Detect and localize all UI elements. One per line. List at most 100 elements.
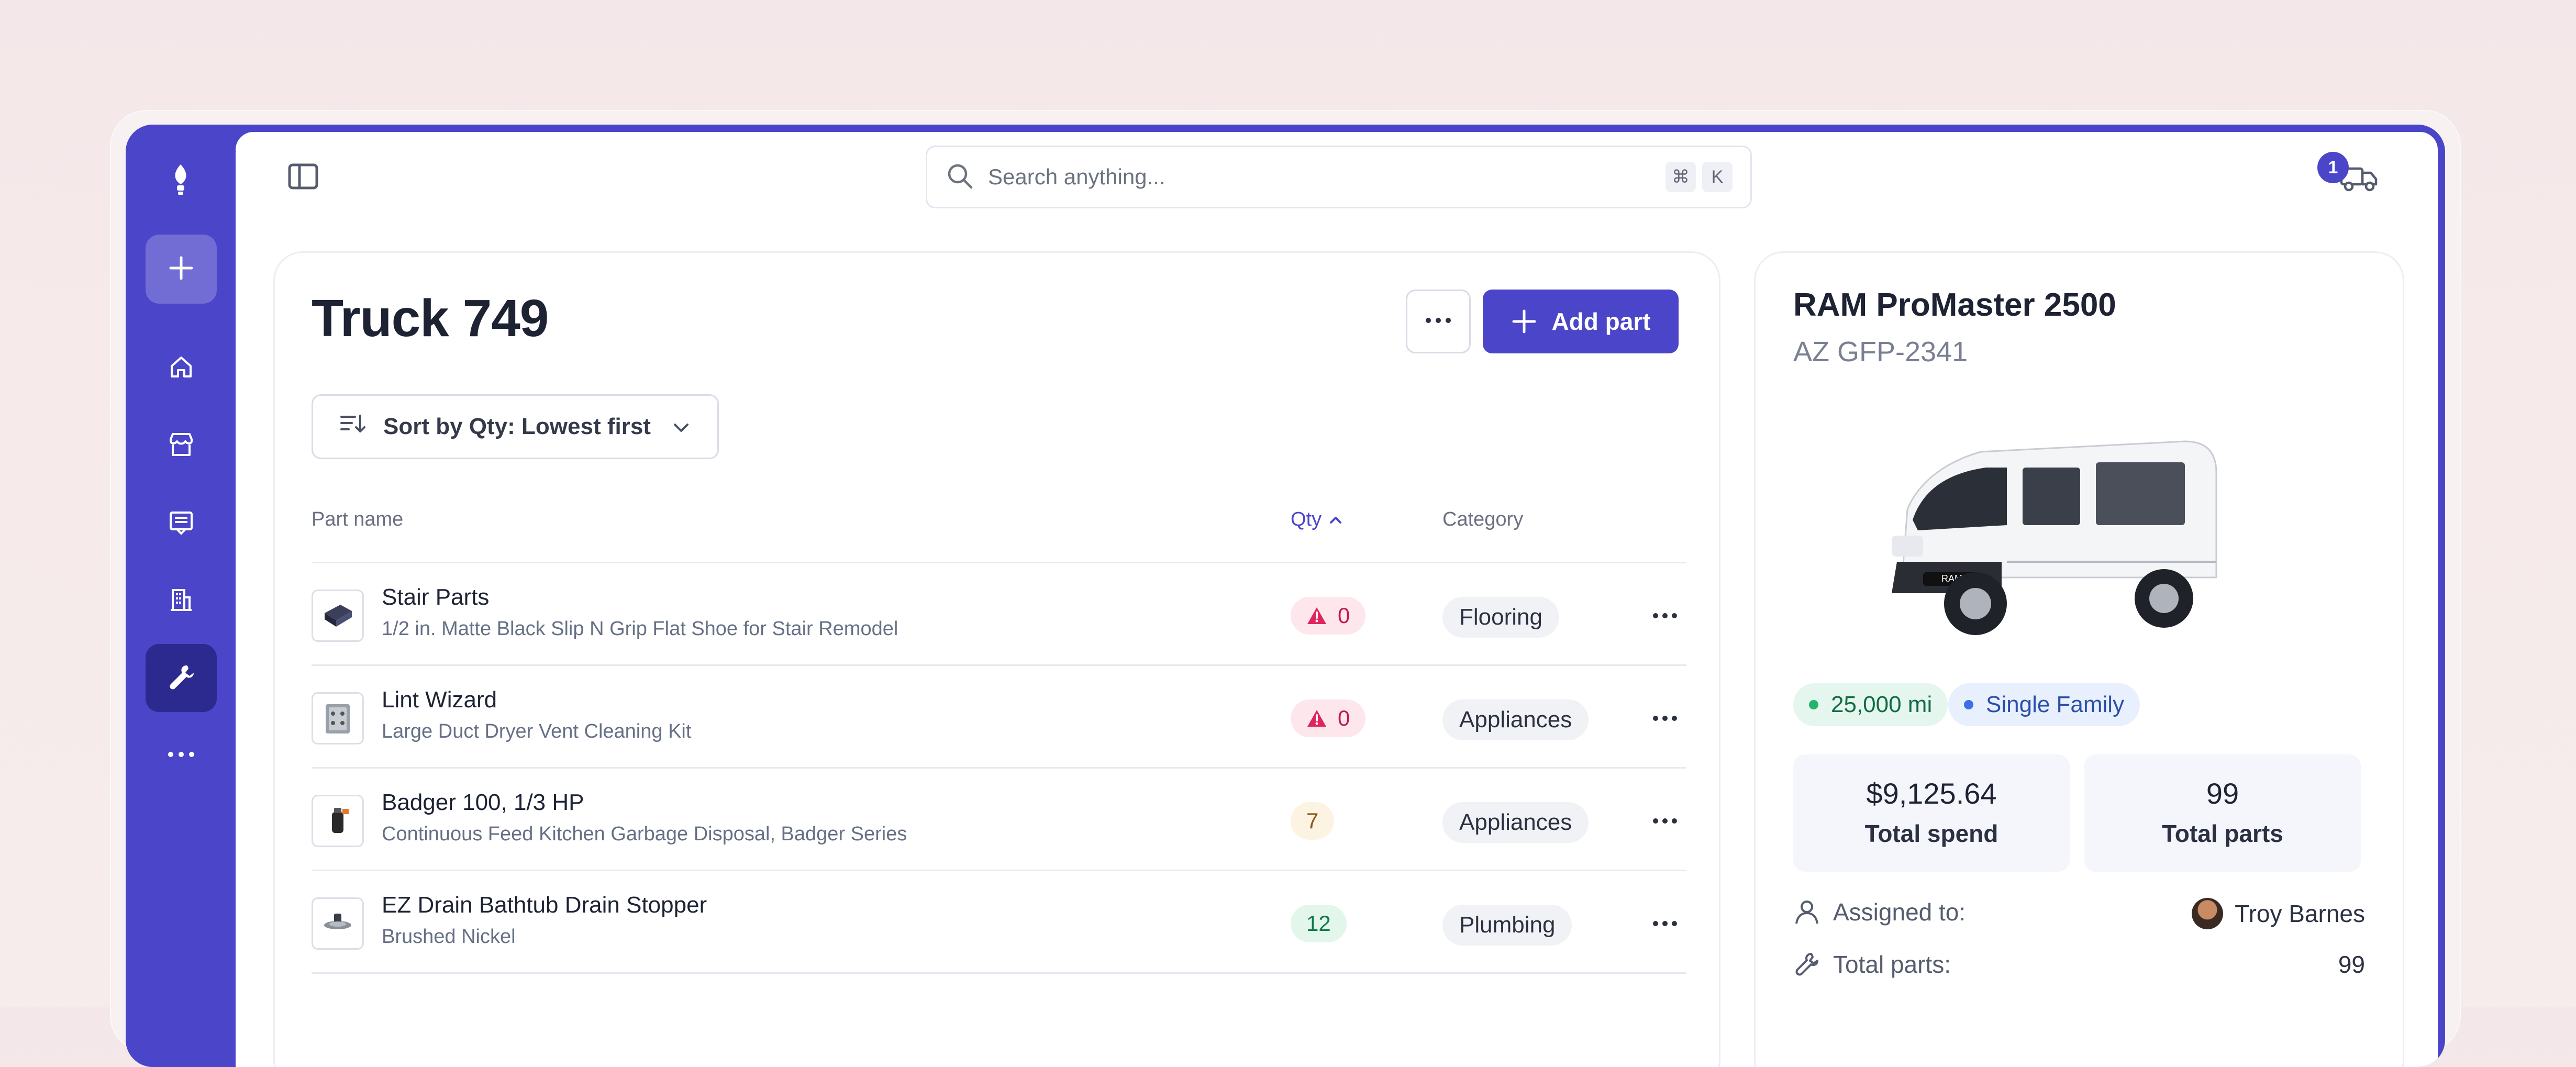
table-row[interactable]: EZ Drain Bathtub Drain Stopper Brushed N… (312, 870, 1686, 972)
add-part-button[interactable]: Add part (1483, 290, 1679, 353)
sort-dropdown[interactable]: Sort by Qty: Lowest first (312, 394, 719, 459)
search-input[interactable]: Search anything... (988, 164, 1659, 190)
store-icon (166, 430, 196, 462)
table-header: Part name Qty Category (312, 503, 1686, 545)
vehicle-name: RAM ProMaster 2500 (1793, 287, 2116, 323)
category-badge: Appliances (1442, 802, 1589, 843)
part-name: Stair Parts (382, 584, 490, 610)
mileage-value: 25,000 mi (1831, 692, 1933, 717)
sidebar-item-receipts[interactable] (146, 489, 217, 557)
sidebar-item-store[interactable] (146, 412, 217, 480)
part-description: 1/2 in. Matte Black Slip N Grip Flat Sho… (382, 618, 898, 640)
table-row[interactable] (312, 972, 1686, 993)
plus-icon (166, 253, 196, 285)
total-parts-stat: 99 Total parts (2084, 754, 2361, 872)
wrench-icon (165, 661, 197, 695)
column-header-part-name[interactable]: Part name (312, 508, 403, 531)
wrench-icon (1793, 951, 1820, 978)
sidebar-item-more[interactable] (146, 721, 217, 790)
app-window: Search anything... ⌘ K 1 Truck 749 Add p… (126, 125, 2445, 1067)
shortcut-key-cmd: ⌘ (1665, 162, 1696, 192)
sidebar-item-parts[interactable] (146, 644, 217, 712)
notification-badge: 1 (2317, 152, 2349, 183)
bulb-logo-icon[interactable] (166, 161, 195, 198)
column-header-category[interactable]: Category (1442, 508, 1523, 531)
sort-icon (339, 413, 367, 441)
more-icon (166, 750, 196, 761)
qty-value: 12 (1306, 911, 1331, 936)
row-actions-button[interactable] (1647, 709, 1683, 730)
qty-value: 7 (1306, 808, 1319, 833)
row-actions-button[interactable] (1647, 812, 1683, 832)
sidebar-item-buildings[interactable] (146, 566, 217, 635)
parts-card: Truck 749 Add part Sort by Qty: Lowest f… (273, 251, 1720, 1067)
shortcut-key-k: K (1702, 162, 1733, 192)
warning-icon (1306, 709, 1327, 728)
row-actions-button[interactable] (1647, 914, 1683, 935)
home-icon (166, 352, 196, 384)
total-spend-stat: $9,125.64 Total spend (1793, 754, 2070, 872)
part-name: EZ Drain Bathtub Drain Stopper (382, 892, 707, 918)
more-icon (1652, 920, 1678, 929)
category-badge: Appliances (1442, 699, 1589, 740)
status-dot (1809, 700, 1818, 709)
vehicle-type-tag: Single Family (1948, 683, 2140, 726)
vehicle-image: RAM (1871, 405, 2237, 656)
mileage-tag: 25,000 mi (1793, 683, 1948, 726)
assigned-value: Troy Barnes (2235, 900, 2365, 927)
vehicle-type-value: Single Family (1986, 692, 2125, 717)
total-spend-value: $9,125.64 (1866, 777, 1997, 810)
search-icon (945, 161, 974, 193)
table-row[interactable]: Stair Parts 1/2 in. Matte Black Slip N G… (312, 562, 1686, 664)
assigned-user[interactable]: Troy Barnes (2192, 898, 2365, 929)
chevron-up-icon (1329, 515, 1342, 525)
table-row[interactable]: Badger 100, 1/3 HP Continuous Feed Kitch… (312, 767, 1686, 870)
part-name: Lint Wizard (382, 687, 497, 713)
assigned-row: Assigned to: Troy Barnes (1793, 898, 2365, 940)
part-thumbnail (312, 897, 364, 950)
part-name: Badger 100, 1/3 HP (382, 790, 584, 815)
qty-badge: 0 (1291, 699, 1366, 737)
category-badge: Plumbing (1442, 905, 1572, 946)
user-icon (1793, 898, 1820, 926)
status-dot (1964, 700, 1973, 709)
qty-badge: 12 (1291, 905, 1347, 942)
qty-value: 0 (1338, 706, 1350, 730)
search-bar[interactable]: Search anything... ⌘ K (926, 146, 1752, 208)
part-description: Brushed Nickel (382, 926, 516, 948)
more-icon (1652, 715, 1678, 724)
plus-icon (1511, 308, 1538, 335)
avatar (2192, 898, 2224, 929)
qty-badge: 7 (1291, 802, 1335, 840)
more-icon (1652, 612, 1678, 621)
total-parts-value: 99 (2206, 777, 2239, 810)
parts-label-group: Total parts: (1793, 950, 1951, 979)
total-parts-label: Total parts (2162, 820, 2283, 847)
total-parts-detail-label: Total parts: (1833, 951, 1951, 978)
table-row[interactable]: Lint Wizard Large Duct Dryer Vent Cleani… (312, 664, 1686, 767)
qty-header-label: Qty (1291, 508, 1322, 530)
more-icon (1652, 817, 1678, 827)
more-options-button[interactable] (1406, 290, 1471, 353)
row-actions-button[interactable] (1647, 606, 1683, 627)
column-header-qty[interactable]: Qty (1291, 508, 1342, 531)
total-parts-row: Total parts: 99 (1793, 950, 2365, 992)
page-title: Truck 749 (312, 289, 549, 348)
vehicle-card: RAM ProMaster 2500 AZ GFP-2341 RAM 25,00… (1754, 251, 2404, 1067)
top-bar: Search anything... ⌘ K 1 (236, 132, 2438, 221)
part-thumbnail (312, 692, 364, 744)
parts-table: Stair Parts 1/2 in. Matte Black Slip N G… (312, 562, 1686, 993)
sidebar (126, 125, 236, 1067)
sidebar-toggle-icon[interactable] (288, 163, 318, 190)
receipt-icon (166, 507, 196, 539)
sidebar-item-home[interactable] (146, 334, 217, 402)
qty-badge: 0 (1291, 597, 1366, 635)
vehicle-plate: AZ GFP-2341 (1793, 336, 1968, 368)
sort-label: Sort by Qty: Lowest first (383, 414, 651, 439)
create-button[interactable] (146, 235, 217, 304)
assigned-label-group: Assigned to: (1793, 898, 1966, 926)
total-parts-detail-value: 99 (2338, 951, 2365, 978)
add-part-label: Add part (1551, 308, 1651, 335)
category-badge: Flooring (1442, 597, 1559, 638)
part-description: Continuous Feed Kitchen Garbage Disposal… (382, 823, 907, 845)
